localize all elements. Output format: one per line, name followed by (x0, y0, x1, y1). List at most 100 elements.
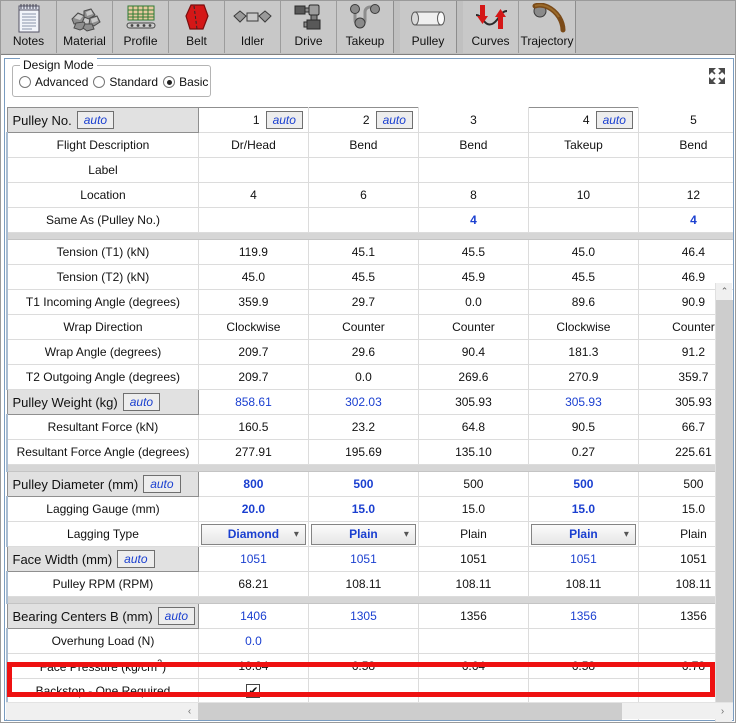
grid-cell[interactable]: Clockwise (528, 314, 639, 340)
toolbar-button-pulley[interactable]: Pulley (400, 1, 456, 53)
grid-cell[interactable]: 6 (308, 182, 419, 208)
grid-cell[interactable]: 195.69 (308, 439, 419, 465)
horizontal-scrollbar[interactable]: ‹ › (6, 702, 733, 720)
grid-cell[interactable]: 119.9 (198, 239, 309, 265)
grid-cell[interactable]: 1305 (308, 603, 419, 629)
grid-cell[interactable] (198, 157, 309, 183)
grid-cell[interactable]: 6.58 (528, 653, 639, 679)
grid-cell[interactable]: 29.6 (308, 339, 419, 365)
grid-cell[interactable]: 270.9 (528, 364, 639, 390)
grid-cell[interactable]: ✔ (198, 678, 309, 704)
toolbar-button-trajectory[interactable]: Trajectory (519, 1, 575, 53)
scroll-up-button[interactable]: ⌃ (716, 283, 733, 300)
grid-cell[interactable]: 0.0 (418, 289, 529, 315)
grid-cell[interactable]: Plain ▾ (308, 521, 419, 547)
grid-cell[interactable]: 4 (418, 207, 529, 233)
grid-cell[interactable] (308, 207, 419, 233)
grid-cell[interactable] (638, 157, 733, 183)
grid-cell[interactable]: 0.0 (198, 628, 309, 654)
expand-fullscreen-icon[interactable] (708, 67, 726, 85)
grid-cell[interactable]: 45.9 (418, 264, 529, 290)
toolbar-button-drive[interactable]: Drive (281, 1, 337, 53)
grid-cell[interactable]: 6.58 (308, 653, 419, 679)
grid-cell[interactable]: 108.11 (418, 571, 529, 597)
grid-cell[interactable]: 269.6 (418, 364, 529, 390)
auto-chip[interactable]: auto (122, 393, 161, 411)
grid-cell[interactable]: 500 (308, 471, 419, 497)
grid-cell[interactable]: 1356 (418, 603, 529, 629)
grid-cell[interactable] (528, 157, 639, 183)
column-header-2[interactable]: 2 auto (307, 107, 419, 133)
column-header-5[interactable]: 5 (638, 107, 733, 133)
lagging-type-dropdown[interactable]: Diamond ▾ (200, 523, 306, 545)
auto-chip[interactable]: auto (143, 475, 181, 493)
grid-cell[interactable]: 181.3 (528, 339, 639, 365)
grid-cell[interactable]: Counter (308, 314, 419, 340)
grid-cell[interactable]: 305.93 (528, 389, 639, 415)
grid-cell[interactable] (418, 628, 529, 654)
grid-cell[interactable]: 15.0 (308, 496, 419, 522)
vertical-scroll-thumb[interactable] (716, 300, 733, 710)
scroll-right-button[interactable]: › (714, 703, 731, 720)
auto-chip[interactable]: auto (76, 111, 115, 129)
grid-cell[interactable]: 64.8 (418, 414, 529, 440)
vertical-scrollbar[interactable]: ⌃ ⌄ (715, 283, 733, 722)
toolbar-button-notes[interactable]: Notes (1, 1, 57, 53)
grid-cell[interactable]: 0.27 (528, 439, 639, 465)
toolbar-button-curves[interactable]: Curves (463, 1, 519, 53)
grid-cell[interactable] (308, 678, 419, 704)
grid-cell[interactable]: 108.11 (528, 571, 639, 597)
grid-cell[interactable]: 23.2 (308, 414, 419, 440)
toolbar-button-idler[interactable]: Idler (225, 1, 281, 53)
grid-cell[interactable]: 277.91 (198, 439, 309, 465)
auto-chip[interactable]: auto (157, 607, 196, 625)
grid-cell[interactable]: Bend (308, 132, 419, 158)
grid-cell[interactable] (528, 628, 639, 654)
toolbar-button-belt[interactable]: Belt (169, 1, 225, 53)
column-header-1[interactable]: 1 auto (197, 107, 309, 133)
grid-cell[interactable]: 160.5 (198, 414, 309, 440)
grid-cell[interactable]: 135.10 (418, 439, 529, 465)
grid-cell[interactable]: Plain (418, 521, 529, 547)
grid-cell[interactable]: 1356 (528, 603, 639, 629)
grid-cell[interactable]: 4 (198, 182, 309, 208)
grid-cell[interactable]: 45.5 (308, 264, 419, 290)
grid-cell[interactable]: 89.6 (528, 289, 639, 315)
auto-chip[interactable]: auto (595, 111, 633, 129)
grid-cell[interactable]: 500 (528, 471, 639, 497)
grid-cell[interactable]: 0.0 (308, 364, 419, 390)
grid-cell[interactable]: Diamond ▾ (198, 521, 309, 547)
grid-cell[interactable]: 15.0 (528, 496, 639, 522)
grid-cell[interactable]: Clockwise (198, 314, 309, 340)
grid-cell[interactable] (528, 678, 639, 704)
grid-cell[interactable]: 10 (528, 182, 639, 208)
grid-cell[interactable]: 45.5 (418, 239, 529, 265)
grid-cell[interactable]: 6.64 (418, 653, 529, 679)
grid-cell[interactable]: 1051 (418, 546, 529, 572)
grid-cell[interactable]: Bend (418, 132, 529, 158)
grid-cell[interactable] (308, 157, 419, 183)
grid-cell[interactable] (418, 678, 529, 704)
grid-cell[interactable]: 305.93 (418, 389, 529, 415)
radio-basic[interactable]: Basic (163, 75, 208, 89)
column-header-4[interactable]: 4 auto (527, 107, 639, 133)
grid-cell[interactable]: 90.5 (528, 414, 639, 440)
toolbar-button-takeup[interactable]: Takeup (337, 1, 393, 53)
grid-cell[interactable]: Takeup (528, 132, 639, 158)
checkbox[interactable]: ✔ (246, 684, 261, 698)
auto-chip[interactable]: auto (265, 111, 303, 129)
grid-cell[interactable]: Plain ▾ (528, 521, 639, 547)
radio-standard[interactable]: Standard (93, 75, 158, 89)
grid-cell[interactable] (308, 628, 419, 654)
grid-cell[interactable] (418, 157, 529, 183)
grid-cell[interactable]: 302.03 (308, 389, 419, 415)
grid-cell[interactable] (198, 207, 309, 233)
grid-cell[interactable]: 209.7 (198, 339, 309, 365)
grid-cell[interactable]: Dr/Head (198, 132, 309, 158)
grid-cell[interactable]: 45.0 (528, 239, 639, 265)
grid-cell[interactable]: 45.5 (528, 264, 639, 290)
auto-chip[interactable]: auto (117, 550, 155, 568)
grid-cell[interactable]: 10.84 (198, 653, 309, 679)
grid-cell[interactable]: Bend (638, 132, 733, 158)
toolbar-button-profile[interactable]: Profile (113, 1, 169, 53)
